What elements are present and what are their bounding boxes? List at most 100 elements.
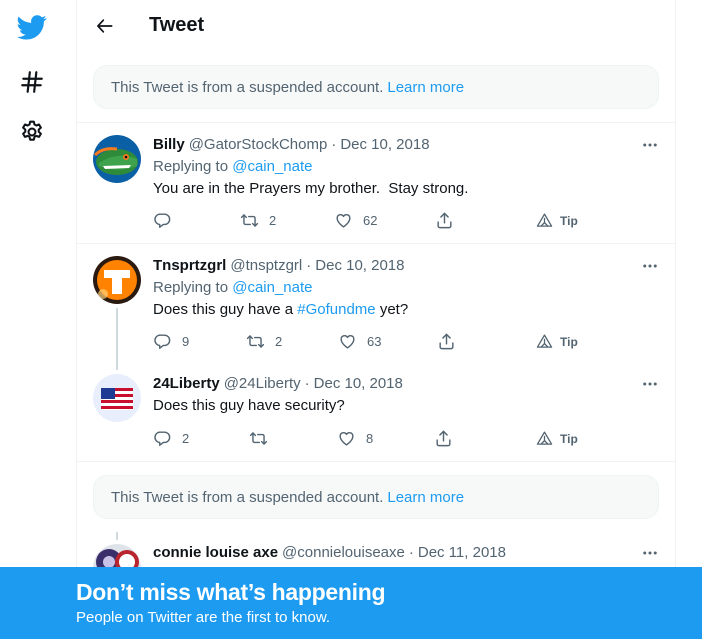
share-button[interactable]: [437, 332, 456, 351]
display-name[interactable]: connie louise axe: [153, 544, 278, 561]
like-button[interactable]: 63: [338, 332, 381, 351]
like-count: 63: [367, 334, 382, 349]
share-button[interactable]: [434, 429, 453, 448]
tweet-text-start: Does this guy have a: [153, 301, 298, 318]
suspended-account-notice: This Tweet is from a suspended account. …: [93, 65, 659, 109]
tweet-text: Does this guy have security?: [153, 397, 345, 414]
tweet-date[interactable]: Dec 10, 2018: [315, 257, 404, 274]
learn-more-link[interactable]: Learn more: [387, 489, 464, 506]
settings-gear-icon[interactable]: [16, 116, 48, 148]
tweet-header: Tnsprtzgrl @tnsptzgrl · Dec 10, 2018: [153, 257, 405, 274]
share-icon: [439, 333, 454, 350]
tweet-header: connie louise axe @connielouiseaxe · Dec…: [153, 544, 506, 561]
explore-hashtag-icon[interactable]: [16, 66, 48, 98]
banner-subtitle: People on Twitter are the first to know.: [76, 609, 331, 626]
avatar[interactable]: [93, 135, 141, 183]
more-options-icon[interactable]: [639, 373, 661, 395]
page-title: Tweet: [149, 14, 205, 36]
suspended-account-notice: This Tweet is from a suspended account. …: [93, 475, 659, 519]
retweet-button[interactable]: [249, 429, 278, 448]
tip-label: Tip: [560, 431, 578, 446]
user-handle[interactable]: @tnsptzgrl: [230, 257, 302, 274]
tweet-date[interactable]: Dec 10, 2018: [340, 136, 429, 153]
more-options-icon[interactable]: [639, 134, 661, 156]
retweet-icon: [249, 432, 268, 445]
back-arrow-icon[interactable]: [91, 12, 119, 40]
reply-button[interactable]: 9: [153, 332, 189, 351]
tip-label: Tip: [560, 334, 578, 349]
more-options-icon[interactable]: [639, 255, 661, 277]
main-column: Tweet This Tweet is from a suspended acc…: [76, 0, 676, 639]
tweet-date[interactable]: Dec 10, 2018: [314, 375, 403, 392]
mention-link[interactable]: @cain_nate: [232, 279, 312, 296]
page-header: Tweet: [77, 0, 676, 52]
reply-tweet[interactable]: connie louise axe @connielouiseaxe · Dec…: [77, 530, 676, 592]
tweet-header: Billy @GatorStockChomp · Dec 10, 2018: [153, 136, 430, 153]
heart-icon: [339, 432, 354, 446]
tip-button[interactable]: Tip: [536, 333, 578, 350]
replying-to-label: Replying to: [153, 279, 229, 296]
retweet-button[interactable]: 2: [246, 332, 282, 351]
notice-text: This Tweet is from a suspended account.: [111, 78, 384, 96]
replying-to-line: Replying to @cain_nate: [153, 279, 313, 296]
hashtag-link[interactable]: #Gofundme: [297, 301, 375, 318]
like-button[interactable]: 62: [334, 211, 377, 230]
like-button[interactable]: 8: [337, 429, 373, 448]
mention-link[interactable]: @cain_nate: [232, 158, 312, 175]
retweet-icon: [246, 335, 265, 348]
more-options-icon[interactable]: [639, 542, 661, 564]
tweet-text: You are in the Prayers my brother. Stay …: [153, 180, 469, 197]
avatar[interactable]: [93, 374, 141, 422]
heart-icon: [340, 335, 355, 349]
reply-icon: [154, 334, 171, 349]
user-handle[interactable]: @GatorStockChomp: [189, 136, 328, 153]
retweet-icon: [240, 214, 259, 227]
notice-text: This Tweet is from a suspended account.: [111, 488, 384, 506]
thread-connector-line: [116, 532, 118, 540]
share-icon: [436, 430, 451, 447]
retweet-count: 2: [275, 334, 283, 349]
dot-separator: ·: [408, 544, 414, 561]
reply-tweet[interactable]: Tnsprtzgrl @tnsptzgrl · Dec 10, 2018 Rep…: [77, 244, 676, 370]
tweet-text: Does this guy have a #Gofundme yet?: [153, 301, 408, 318]
retweet-count: 2: [269, 213, 277, 228]
display-name[interactable]: Billy: [153, 136, 185, 153]
banner-title: Don’t miss what’s happening: [76, 579, 386, 605]
display-name[interactable]: Tnsprtzgrl: [153, 257, 226, 274]
avatar[interactable]: [93, 256, 141, 304]
dot-separator: ·: [306, 257, 312, 274]
replying-to-label: Replying to: [153, 158, 229, 175]
tweet-date[interactable]: Dec 11, 2018: [418, 544, 506, 561]
user-handle[interactable]: @connielouiseaxe: [282, 544, 405, 561]
tip-icon: [536, 334, 553, 348]
twitter-logo-icon[interactable]: [16, 11, 48, 43]
signup-banner: Don’t miss what’s happening People on Tw…: [0, 567, 702, 639]
user-handle[interactable]: @24Liberty: [224, 375, 301, 392]
divider: [77, 461, 676, 462]
tweet-header: 24Liberty @24Liberty · Dec 10, 2018: [153, 375, 403, 392]
reply-tweet[interactable]: Billy @GatorStockChomp · Dec 10, 2018 Re…: [77, 123, 676, 243]
reply-button[interactable]: 2: [153, 429, 189, 448]
heart-icon: [336, 214, 351, 228]
tip-label: Tip: [560, 213, 578, 228]
left-nav: [0, 0, 76, 639]
learn-more-link[interactable]: Learn more: [387, 79, 464, 96]
tip-icon: [536, 213, 553, 227]
reply-button[interactable]: [153, 211, 182, 230]
dot-separator: ·: [304, 375, 310, 392]
replying-to-line: Replying to @cain_nate: [153, 158, 313, 175]
tweet-text-end: yet?: [375, 301, 409, 318]
reply-count: 9: [182, 334, 190, 349]
reply-icon: [154, 431, 171, 446]
dot-separator: ·: [331, 136, 337, 153]
reply-tweet[interactable]: 24Liberty @24Liberty · Dec 10, 2018 Does…: [77, 362, 676, 461]
reply-icon: [154, 213, 171, 228]
tip-button[interactable]: Tip: [536, 430, 578, 447]
display-name[interactable]: 24Liberty: [153, 375, 220, 392]
tip-button[interactable]: Tip: [536, 212, 578, 229]
like-count: 8: [366, 431, 374, 446]
reply-count: 2: [182, 431, 190, 446]
thread-connector-line: [116, 308, 118, 370]
share-button[interactable]: [435, 211, 454, 230]
retweet-button[interactable]: 2: [240, 211, 276, 230]
